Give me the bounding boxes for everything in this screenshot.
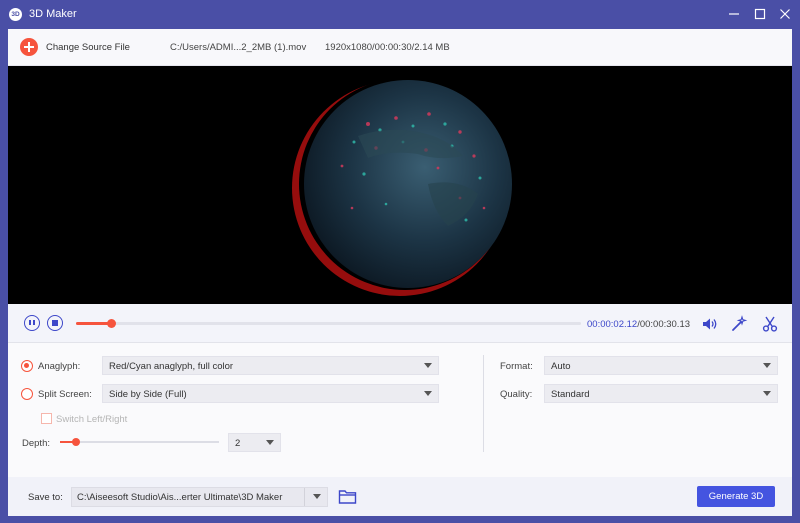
generate-3d-button[interactable]: Generate 3D [697,486,775,507]
save-path-dropdown[interactable] [304,488,328,506]
depth-select[interactable]: 2 [228,433,281,452]
settings-panel: Anaglyph: Red/Cyan anaglyph, full color … [8,343,792,477]
chevron-down-icon [313,494,321,499]
split-screen-select[interactable]: Side by Side (Full) [102,384,439,403]
depth-slider-handle[interactable] [71,437,80,446]
quality-select[interactable]: Standard [544,384,778,403]
stop-button[interactable] [47,315,63,331]
volume-button[interactable] [701,315,719,333]
scissors-icon [762,316,778,332]
quality-label: Quality: [500,389,533,400]
folder-icon [338,490,357,504]
chevron-down-icon [763,391,771,396]
maximize-icon [754,8,766,20]
title-bar: 3D 3D Maker [0,0,800,29]
anaglyph-label: Anaglyph: [38,361,81,372]
volume-icon [703,318,717,330]
split-screen-value: Side by Side (Full) [109,389,187,400]
depth-label: Depth: [22,438,50,449]
window: 3D 3D Maker Change Source File C:/Users/… [0,0,800,523]
chevron-down-icon [763,363,771,368]
pause-button[interactable] [24,315,40,331]
minimize-icon [729,13,739,15]
minimize-button[interactable] [724,5,744,23]
save-path-value: C:\Aiseesoft Studio\Ais...erter Ultimate… [77,492,283,503]
source-file-info: 1920x1080/00:00:30/2.14 MB [325,42,450,53]
chevron-down-icon [424,391,432,396]
playback-bar: 00:00:02.12/00:00:30.13 [8,304,792,343]
magic-wand-icon [732,315,748,331]
switch-left-right-label: Switch Left/Right [56,414,128,425]
quality-value: Standard [551,389,590,400]
current-time: 00:00:02.12 [587,319,638,330]
anaglyph-select[interactable]: Red/Cyan anaglyph, full color [102,356,439,375]
cut-button[interactable] [761,315,779,333]
open-folder-button[interactable] [338,488,357,505]
settings-divider [483,355,484,452]
depth-slider[interactable] [60,437,219,446]
depth-value: 2 [235,438,241,449]
change-source-file-button[interactable]: Change Source File [46,42,130,53]
anaglyph-value: Red/Cyan anaglyph, full color [109,361,234,372]
save-to-label: Save to: [28,492,63,503]
save-path-select[interactable]: C:\Aiseesoft Studio\Ais...erter Ultimate… [71,487,328,507]
timeline-handle[interactable] [106,319,116,328]
footer-bar: Save to: C:\Aiseesoft Studio\Ais...erter… [8,477,792,516]
total-time: 00:00:30.13 [639,319,691,330]
window-title: 3D Maker [29,8,77,20]
app-3d-icon: 3D [9,8,22,21]
format-value: Auto [551,361,571,372]
anaglyph-earth-image [292,78,512,296]
add-source-icon[interactable] [20,38,38,56]
close-button[interactable] [775,5,795,23]
video-preview [8,66,792,304]
split-screen-radio[interactable] [21,388,33,400]
maximize-button[interactable] [750,5,770,23]
effect-button[interactable] [730,315,748,333]
anaglyph-radio[interactable] [21,360,33,372]
timeline-slider[interactable] [76,319,581,328]
format-label: Format: [500,361,533,372]
switch-left-right-checkbox[interactable] [41,413,52,424]
chevron-down-icon [266,440,274,445]
split-screen-label: Split Screen: [38,389,92,400]
source-file-path: C:/Users/ADMI...2_2MB (1).mov [170,42,307,53]
time-display: 00:00:02.12/00:00:30.13 [587,319,690,330]
close-icon [780,9,790,19]
chevron-down-icon [424,363,432,368]
source-file-bar: Change Source File C:/Users/ADMI...2_2MB… [8,29,792,66]
format-select[interactable]: Auto [544,356,778,375]
